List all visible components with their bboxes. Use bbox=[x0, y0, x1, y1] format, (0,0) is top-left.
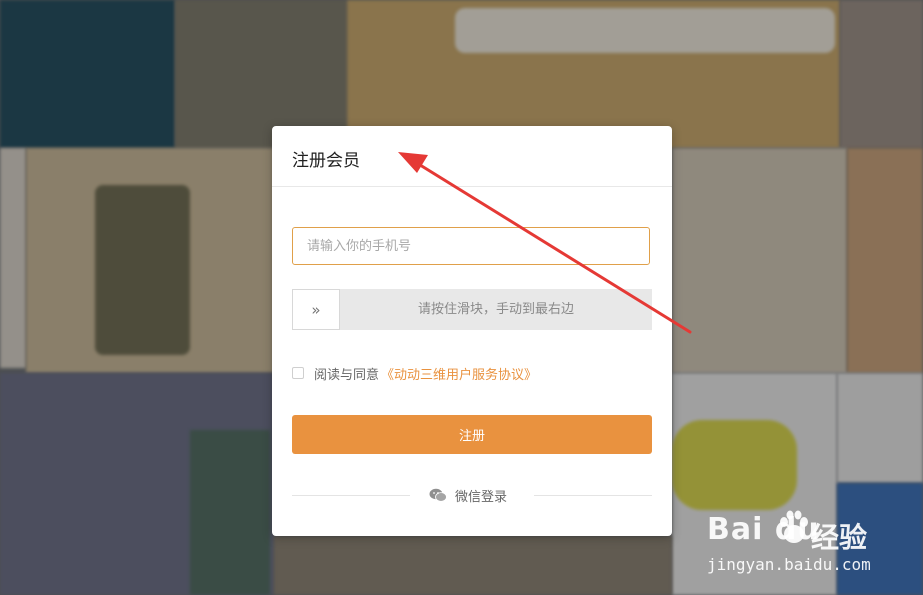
slider-arrows-icon: » bbox=[311, 300, 321, 319]
register-dialog: 注册会员 » 请按住滑块，手动到最右边 阅读与同意 《动动三维用户服务协议》 注… bbox=[272, 126, 672, 536]
divider-left bbox=[292, 495, 410, 496]
agreement-link[interactable]: 《动动三维用户服务协议》 bbox=[381, 364, 537, 383]
watermark-url: jingyan.baidu.com bbox=[707, 555, 871, 574]
slide-verify-handle[interactable]: » bbox=[292, 289, 340, 330]
agree-label: 阅读与同意 bbox=[314, 367, 380, 383]
watermark-brand-cn: 经验 bbox=[811, 521, 868, 554]
slide-verify-track: » 请按住滑块，手动到最右边 bbox=[292, 289, 652, 330]
dialog-title: 注册会员 bbox=[292, 151, 360, 171]
slide-verify-hint: 请按住滑块，手动到最右边 bbox=[417, 302, 574, 317]
phone-input[interactable] bbox=[292, 227, 650, 265]
baidu-watermark: Bai du 经验 jingyan.baidu.com bbox=[707, 510, 917, 582]
dialog-header: 注册会员 bbox=[272, 126, 672, 187]
wechat-icon bbox=[429, 488, 447, 502]
agree-checkbox[interactable] bbox=[292, 367, 304, 379]
agreement-row: 阅读与同意 《动动三维用户服务协议》 bbox=[292, 364, 537, 383]
wechat-login-label: 微信登录 bbox=[455, 489, 508, 505]
register-button[interactable]: 注册 bbox=[292, 415, 652, 454]
wechat-login-link[interactable]: 微信登录 bbox=[429, 485, 507, 505]
divider-right bbox=[534, 495, 652, 496]
baidu-paw-icon bbox=[780, 510, 808, 543]
